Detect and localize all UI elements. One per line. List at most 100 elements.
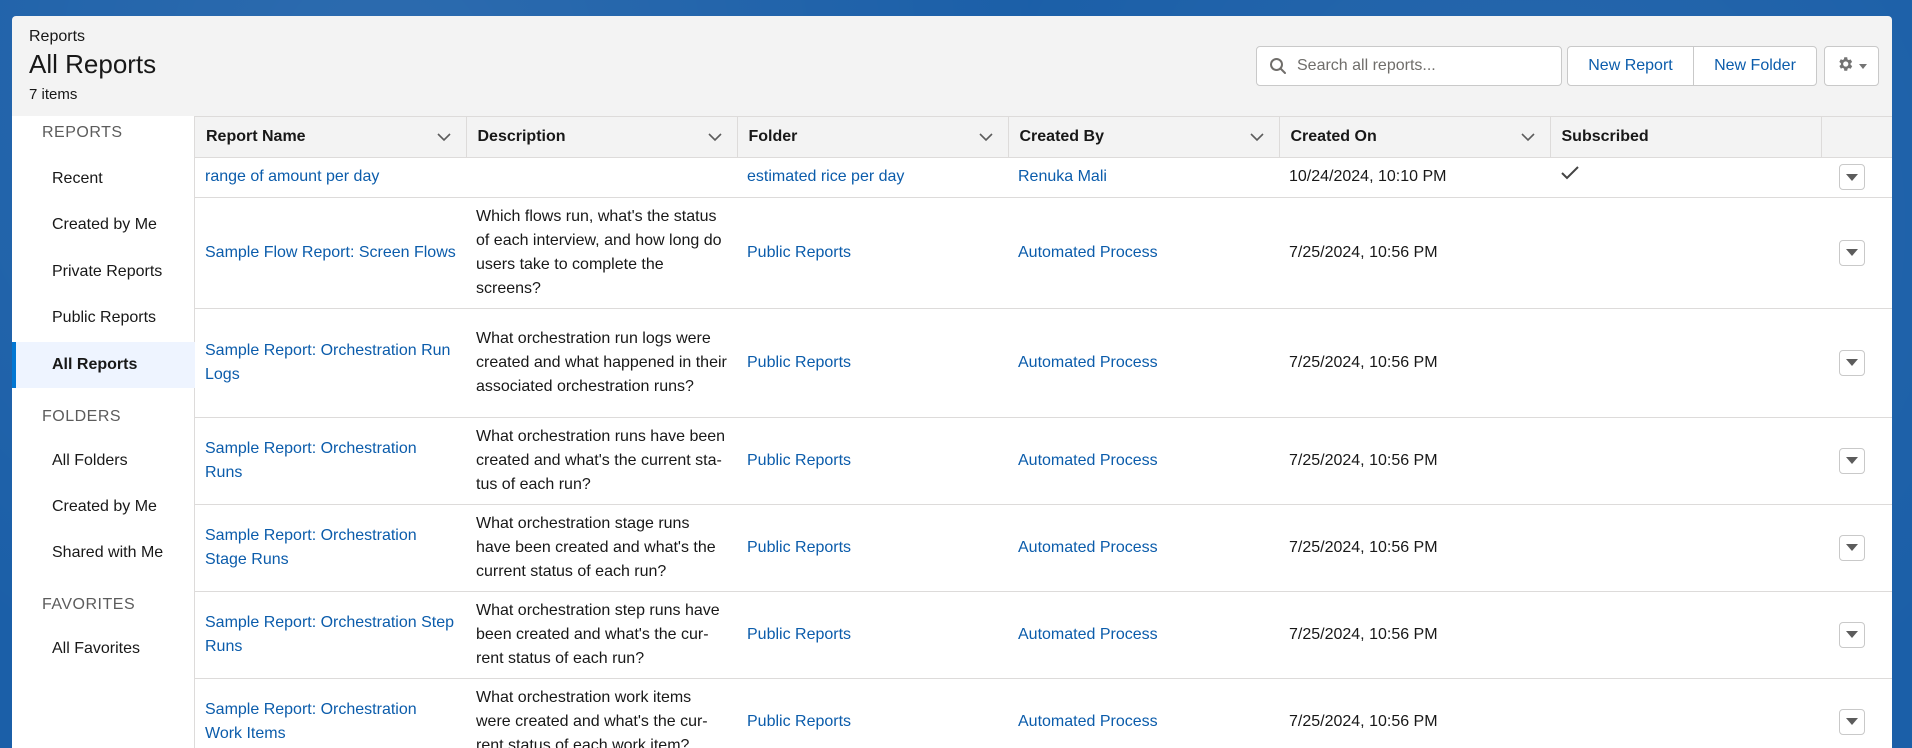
created-by-link[interactable]: Automated Process xyxy=(1008,197,1279,309)
report-description: What orchestration step runs have been c… xyxy=(466,591,737,679)
sidebar-item-created-by-me[interactable]: Created by Me xyxy=(12,202,195,248)
dropdown-arrow-icon xyxy=(1846,544,1858,551)
search-icon xyxy=(1269,57,1287,75)
new-folder-button[interactable]: New Folder xyxy=(1693,46,1817,86)
search-box[interactable] xyxy=(1256,46,1562,86)
created-on: 7/25/2024, 10:56 PM xyxy=(1279,308,1550,418)
created-on: 7/25/2024, 10:56 PM xyxy=(1279,591,1550,679)
created-on: 7/25/2024, 10:56 PM xyxy=(1279,504,1550,592)
sidebar-item-all-favorites[interactable]: All Favorites xyxy=(12,626,195,672)
folder-link[interactable]: Public Reports xyxy=(737,197,1008,309)
report-name-link[interactable]: Sample Report: Orchestration Step Runs xyxy=(195,591,466,679)
folder-link[interactable]: Public Reports xyxy=(737,417,1008,505)
breadcrumb[interactable]: Reports xyxy=(29,28,85,46)
sidebar-item-private-reports[interactable]: Private Reports xyxy=(12,249,195,295)
dropdown-arrow-icon xyxy=(1846,457,1858,464)
column-header-created-by[interactable]: Created By xyxy=(1008,117,1280,158)
report-description: What orchestration work items were creat… xyxy=(466,678,737,748)
check-icon xyxy=(1560,166,1580,185)
page-header: Reports All Reports 7 items New Report N… xyxy=(12,16,1892,116)
row-actions-cell xyxy=(1821,157,1892,198)
row-actions-button[interactable] xyxy=(1839,447,1865,474)
folder-link[interactable]: Public Reports xyxy=(737,504,1008,592)
sidebar-item-public-reports[interactable]: Public Reports xyxy=(12,295,195,341)
table-row: range of amount per day estimated rice p… xyxy=(195,157,1892,198)
column-header-folder[interactable]: Folder xyxy=(737,117,1009,158)
subscribed-cell xyxy=(1550,308,1821,418)
table-row: Sample Report: Orchestration Work Items … xyxy=(195,678,1892,748)
subscribed-cell xyxy=(1550,678,1821,748)
reports-table: Report Name Description Folder Created B… xyxy=(195,116,1892,748)
chevron-down-icon[interactable] xyxy=(707,129,723,145)
chevron-down-icon[interactable] xyxy=(978,129,994,145)
sidebar-item-folders-created-by-me[interactable]: Created by Me xyxy=(12,484,195,530)
report-description: What orchestration runs have been create… xyxy=(466,417,737,505)
subscribed-cell xyxy=(1550,197,1821,309)
column-label: Created By xyxy=(1019,127,1104,145)
row-actions-button[interactable] xyxy=(1839,349,1865,376)
report-name-link[interactable]: range of amount per day xyxy=(195,157,466,198)
report-description: What orchestration run logs were created… xyxy=(466,308,737,418)
sidebar-section-favorites: FAVORITES xyxy=(42,596,136,613)
sidebar-item-shared-with-me[interactable]: Shared with Me xyxy=(12,530,195,576)
created-on: 10/24/2024, 10:10 PM xyxy=(1279,157,1550,198)
settings-menu-button[interactable] xyxy=(1824,46,1879,86)
row-actions-cell xyxy=(1821,197,1892,309)
column-header-description[interactable]: Description xyxy=(466,117,738,158)
search-input[interactable] xyxy=(1297,57,1547,75)
folder-link[interactable]: Public Reports xyxy=(737,678,1008,748)
column-header-report-name[interactable]: Report Name xyxy=(195,117,467,158)
column-header-subscribed[interactable]: Subscribed xyxy=(1550,117,1822,158)
row-actions-button[interactable] xyxy=(1839,534,1865,561)
sidebar-item-all-reports[interactable]: All Reports xyxy=(12,342,195,388)
chevron-down-icon[interactable] xyxy=(436,129,452,145)
report-name-link[interactable]: Sample Report: Orchestration Work Items xyxy=(195,678,466,748)
dropdown-arrow-icon xyxy=(1846,173,1858,181)
row-actions-button[interactable] xyxy=(1839,708,1865,735)
column-header-created-on[interactable]: Created On xyxy=(1279,117,1551,158)
table-row: Sample Report: Orchestration Run Logs Wh… xyxy=(195,308,1892,418)
table-header-row: Report Name Description Folder Created B… xyxy=(195,117,1892,158)
created-by-link[interactable]: Automated Process xyxy=(1008,417,1279,505)
folder-link[interactable]: estimated rice per day xyxy=(737,157,1008,198)
created-by-link[interactable]: Automated Process xyxy=(1008,308,1279,418)
dropdown-arrow-icon xyxy=(1846,718,1858,725)
row-actions-button[interactable] xyxy=(1839,239,1865,266)
created-on: 7/25/2024, 10:56 PM xyxy=(1279,417,1550,505)
report-description: What orchestration stage runs have been … xyxy=(466,504,737,592)
column-label: Report Name xyxy=(206,127,306,145)
dropdown-arrow-icon xyxy=(1846,249,1858,256)
sidebar-section-folders: FOLDERS xyxy=(42,408,122,425)
sidebar-section-reports: REPORTS xyxy=(42,124,123,141)
row-actions-button[interactable] xyxy=(1839,621,1865,648)
report-name-link[interactable]: Sample Flow Report: Screen Flows xyxy=(195,197,466,309)
report-name-link[interactable]: Sample Report: Orchestration Run Logs xyxy=(195,308,466,418)
sidebar: REPORTS Recent Created by Me Private Rep… xyxy=(12,116,195,748)
page-title: All Reports xyxy=(29,49,157,79)
created-by-link[interactable]: Automated Process xyxy=(1008,504,1279,592)
table-row: Sample Flow Report: Screen Flows Which f… xyxy=(195,197,1892,309)
row-actions-cell xyxy=(1821,308,1892,418)
column-label: Created On xyxy=(1290,127,1377,145)
row-actions-cell xyxy=(1821,504,1892,592)
table-row: Sample Report: Orchestration Stage Runs … xyxy=(195,504,1892,592)
created-by-link[interactable]: Automated Process xyxy=(1008,591,1279,679)
subscribed-cell xyxy=(1550,417,1821,505)
subscribed-cell xyxy=(1550,157,1821,198)
sidebar-item-all-folders[interactable]: All Folders xyxy=(12,438,195,484)
chevron-down-icon[interactable] xyxy=(1249,129,1265,145)
created-on: 7/25/2024, 10:56 PM xyxy=(1279,678,1550,748)
chevron-down-icon[interactable] xyxy=(1520,129,1536,145)
created-by-link[interactable]: Renuka Mali xyxy=(1008,157,1279,198)
folder-link[interactable]: Public Reports xyxy=(737,591,1008,679)
new-report-button[interactable]: New Report xyxy=(1567,46,1694,86)
item-count: 7 items xyxy=(29,86,78,103)
row-actions-button[interactable] xyxy=(1839,164,1865,190)
report-description xyxy=(466,157,737,198)
report-name-link[interactable]: Sample Report: Orchestration Runs xyxy=(195,417,466,505)
folder-link[interactable]: Public Reports xyxy=(737,308,1008,418)
column-label: Description xyxy=(477,127,566,145)
sidebar-item-recent[interactable]: Recent xyxy=(12,156,195,202)
created-by-link[interactable]: Automated Process xyxy=(1008,678,1279,748)
report-name-link[interactable]: Sample Report: Orchestration Stage Runs xyxy=(195,504,466,592)
